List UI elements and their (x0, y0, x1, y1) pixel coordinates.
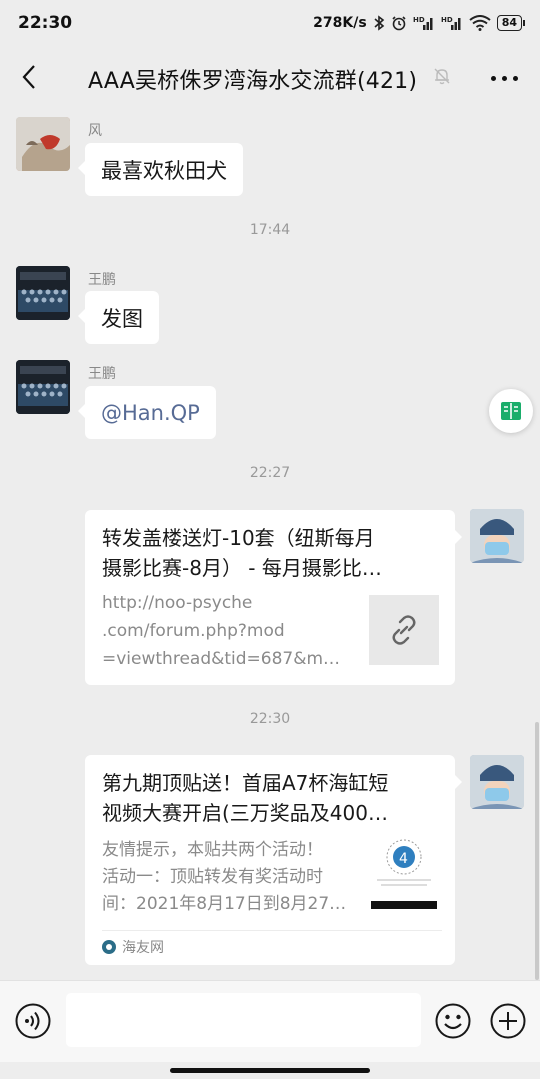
signal-hd-icon: HD (441, 15, 463, 31)
card-desc-line: http://noo-psyche (102, 593, 253, 613)
source-logo-icon (102, 940, 116, 954)
floating-book-icon[interactable] (489, 389, 533, 433)
svg-text:HD: HD (413, 16, 425, 24)
input-bar (0, 980, 540, 1062)
card-desc-line: 间：2021年8月17日到8月27… (102, 894, 347, 914)
message-input[interactable] (66, 993, 421, 1047)
chat-header: AAA吴桥侏罗湾海水交流群(421) (0, 46, 540, 108)
bluetooth-icon (373, 15, 385, 31)
link-icon (369, 595, 439, 665)
sender-name: 王鹏 (88, 366, 116, 382)
home-indicator[interactable] (170, 1068, 370, 1073)
svg-text:HD: HD (441, 16, 453, 24)
article-card[interactable]: 第九期顶贴送！首届A7杯海缸短 视频大赛开启(三万奖品及400… 友情提示，本贴… (85, 755, 462, 965)
card-desc-line: 友情提示，本贴共两个活动！ (102, 840, 323, 860)
article-thumbnail: 4 (369, 835, 439, 909)
message-bubble[interactable]: @Han.QP (78, 386, 216, 439)
card-title-line: 视频大赛开启(三万奖品及400… (102, 801, 388, 825)
battery-icon: 84 (496, 15, 526, 31)
sender-name: 王鹏 (88, 272, 116, 288)
more-icon[interactable] (491, 66, 518, 90)
link-card[interactable]: 转发盖楼送灯-10套（纽斯每月 摄影比赛-8月） - 每月摄影比… http:/… (85, 510, 462, 685)
alarm-icon (391, 15, 407, 31)
emoji-icon[interactable] (434, 1002, 472, 1040)
wifi-icon (469, 15, 491, 31)
timestamp: 22:27 (249, 465, 291, 481)
chat-title: AAA吴桥侏罗湾海水交流群(421) (88, 69, 418, 94)
status-time: 22:30 (18, 13, 73, 33)
sender-name: 风 (88, 123, 102, 139)
card-divider (102, 930, 442, 931)
back-arrow-icon[interactable] (14, 62, 44, 92)
card-title-line: 第九期顶贴送！首届A7杯海缸短 (102, 771, 389, 795)
scrollbar-thumb[interactable] (535, 722, 539, 980)
mention-text[interactable]: @Han.QP (101, 401, 200, 425)
message-bubble[interactable]: 最喜欢秋田犬 (78, 143, 243, 196)
status-icons: 278K/s HD HD 84 (313, 15, 526, 31)
avatar[interactable] (16, 117, 70, 171)
signal-hd-icon: HD (413, 15, 435, 31)
svg-text:4: 4 (399, 851, 408, 867)
card-desc-line: 活动一：顶贴转发有奖活动时 (102, 867, 323, 887)
message-text: 最喜欢秋田犬 (101, 158, 227, 183)
avatar[interactable] (16, 360, 70, 414)
voice-icon[interactable] (14, 1002, 52, 1040)
card-title-line: 摄影比赛-8月） - 每月摄影比… (102, 556, 382, 580)
avatar-self[interactable] (470, 509, 524, 563)
plus-icon[interactable] (489, 1002, 527, 1040)
message-bubble[interactable]: 发图 (78, 291, 159, 344)
status-bar: 22:30 278K/s HD HD 84 (0, 0, 540, 46)
avatar[interactable] (16, 266, 70, 320)
timestamp: 17:44 (249, 222, 291, 238)
card-title-line: 转发盖楼送灯-10套（纽斯每月 (102, 526, 375, 550)
timestamp: 22:30 (249, 711, 291, 727)
message-text: 发图 (101, 306, 143, 331)
source-name: 海友网 (122, 940, 164, 956)
avatar-self[interactable] (470, 755, 524, 809)
card-source: 海友网 (102, 937, 164, 957)
net-speed: 278K/s (313, 15, 367, 31)
card-desc-line: .com/forum.php?mod (102, 621, 285, 641)
card-desc-line: =viewthread&tid=687&m… (102, 649, 341, 669)
mute-bell-icon (432, 66, 452, 90)
